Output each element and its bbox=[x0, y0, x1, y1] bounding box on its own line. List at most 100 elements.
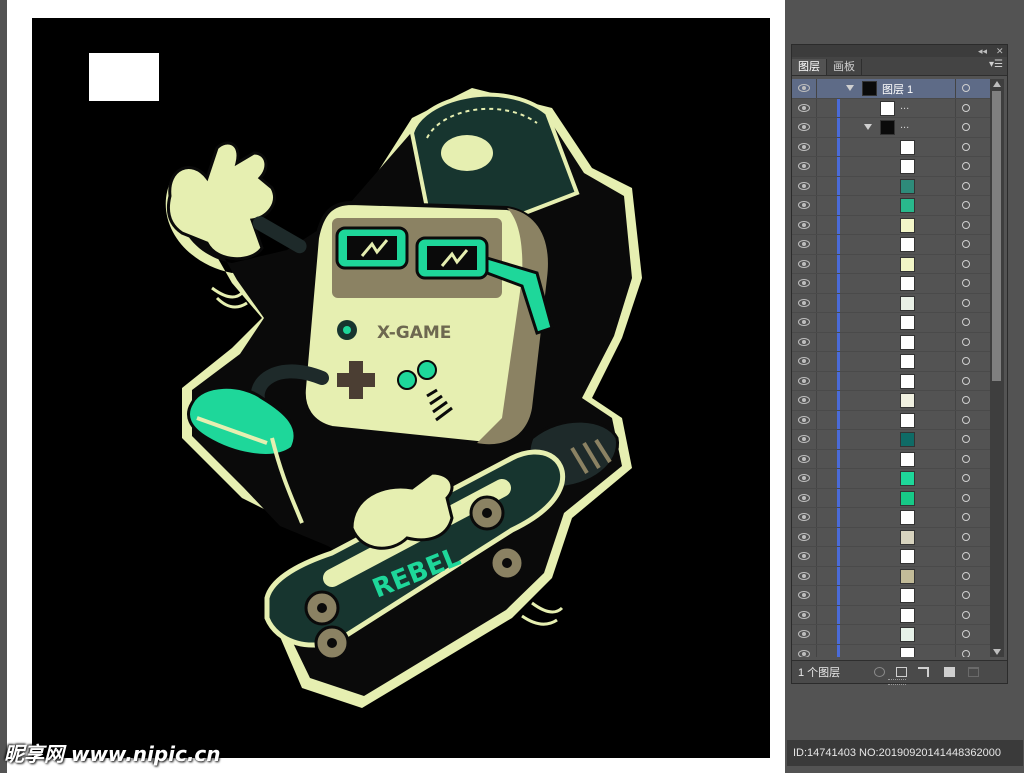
layer-row[interactable] bbox=[792, 391, 990, 411]
layer-row-top[interactable]: 图层 1 bbox=[792, 79, 990, 99]
target-circle-icon[interactable] bbox=[962, 357, 970, 365]
double-chevron-left-icon[interactable]: ◂◂ bbox=[978, 45, 987, 57]
target-circle-icon[interactable] bbox=[962, 103, 970, 112]
tab-artboards[interactable]: 画板 bbox=[827, 59, 862, 75]
visibility-eye-icon[interactable] bbox=[798, 532, 810, 541]
scroll-up-arrow[interactable] bbox=[993, 81, 1001, 87]
target-circle-icon[interactable] bbox=[962, 279, 970, 287]
target-circle-icon[interactable] bbox=[962, 649, 970, 657]
layers-scrollbar[interactable] bbox=[990, 79, 1004, 657]
target-circle-icon[interactable] bbox=[962, 630, 970, 638]
visibility-eye-icon[interactable] bbox=[798, 259, 810, 268]
visibility-eye-icon[interactable] bbox=[798, 513, 810, 521]
visibility-eye-icon[interactable] bbox=[798, 142, 810, 151]
locate-object-icon[interactable] bbox=[874, 667, 885, 677]
visibility-eye-icon[interactable] bbox=[798, 162, 810, 170]
layer-row[interactable] bbox=[792, 254, 990, 274]
layer-row[interactable] bbox=[792, 605, 990, 625]
visibility-eye-icon[interactable] bbox=[798, 103, 810, 112]
trash-icon[interactable] bbox=[968, 667, 979, 677]
target-circle-icon[interactable] bbox=[962, 435, 970, 443]
layer-name[interactable]: 图层 1 bbox=[882, 81, 913, 97]
expand-triangle-icon[interactable] bbox=[846, 85, 854, 91]
layer-row[interactable] bbox=[792, 527, 990, 547]
visibility-eye-icon[interactable] bbox=[798, 591, 810, 599]
layer-row[interactable] bbox=[792, 547, 990, 567]
target-circle-icon[interactable] bbox=[962, 318, 970, 326]
layer-row[interactable] bbox=[792, 196, 990, 216]
target-circle-icon[interactable] bbox=[962, 123, 970, 131]
layer-row[interactable] bbox=[792, 371, 990, 391]
layer-row[interactable] bbox=[792, 157, 990, 177]
layer-row[interactable] bbox=[792, 274, 990, 294]
layer-row[interactable] bbox=[792, 332, 990, 352]
target-circle-icon[interactable] bbox=[962, 571, 970, 580]
visibility-eye-icon[interactable] bbox=[798, 298, 810, 307]
resize-grip[interactable] bbox=[888, 679, 906, 685]
layer-row[interactable] bbox=[792, 469, 990, 489]
visibility-eye-icon[interactable] bbox=[798, 474, 810, 482]
make-clipping-mask-icon[interactable] bbox=[896, 667, 907, 677]
target-circle-icon[interactable] bbox=[962, 259, 970, 268]
visibility-eye-icon[interactable] bbox=[798, 454, 810, 463]
new-sublayer-icon[interactable] bbox=[918, 667, 929, 677]
visibility-eye-icon[interactable] bbox=[798, 435, 810, 443]
tab-layers[interactable]: 图层 bbox=[792, 59, 827, 75]
layer-row[interactable] bbox=[792, 313, 990, 333]
target-circle-icon[interactable] bbox=[962, 201, 970, 209]
layer-name[interactable]: ... bbox=[900, 100, 909, 112]
target-circle-icon[interactable] bbox=[962, 84, 970, 92]
target-circle-icon[interactable] bbox=[962, 220, 970, 229]
layer-name[interactable]: ... bbox=[900, 119, 909, 131]
visibility-eye-icon[interactable] bbox=[798, 220, 810, 229]
layer-row[interactable] bbox=[792, 644, 990, 657]
visibility-eye-icon[interactable] bbox=[798, 415, 810, 424]
scroll-thumb[interactable] bbox=[992, 91, 1001, 381]
visibility-eye-icon[interactable] bbox=[798, 552, 810, 560]
target-circle-icon[interactable] bbox=[962, 337, 970, 346]
visibility-eye-icon[interactable] bbox=[798, 84, 810, 92]
panel-menu-icon[interactable]: ▾☰ bbox=[989, 59, 1003, 70]
target-circle-icon[interactable] bbox=[962, 454, 970, 463]
layer-row[interactable] bbox=[792, 215, 990, 235]
visibility-eye-icon[interactable] bbox=[798, 279, 810, 287]
visibility-eye-icon[interactable] bbox=[798, 201, 810, 209]
target-circle-icon[interactable] bbox=[962, 376, 970, 385]
close-icon[interactable]: ✕ bbox=[996, 45, 1004, 57]
scroll-down-arrow[interactable] bbox=[993, 649, 1001, 655]
layer-row[interactable] bbox=[792, 488, 990, 508]
illustration[interactable]: X-GAME REBEL bbox=[32, 18, 770, 758]
layer-row[interactable] bbox=[792, 449, 990, 469]
visibility-eye-icon[interactable] bbox=[798, 630, 810, 638]
target-circle-icon[interactable] bbox=[962, 142, 970, 151]
layer-row[interactable] bbox=[792, 430, 990, 450]
visibility-eye-icon[interactable] bbox=[798, 123, 810, 131]
target-circle-icon[interactable] bbox=[962, 493, 970, 502]
target-circle-icon[interactable] bbox=[962, 474, 970, 482]
target-circle-icon[interactable] bbox=[962, 415, 970, 424]
layer-row[interactable] bbox=[792, 410, 990, 430]
canvas[interactable]: X-GAME REBEL bbox=[32, 18, 770, 758]
layer-row[interactable] bbox=[792, 586, 990, 606]
visibility-eye-icon[interactable] bbox=[798, 376, 810, 385]
visibility-eye-icon[interactable] bbox=[798, 181, 810, 190]
target-circle-icon[interactable] bbox=[962, 591, 970, 599]
target-circle-icon[interactable] bbox=[962, 513, 970, 521]
layer-row[interactable] bbox=[792, 352, 990, 372]
layer-row[interactable] bbox=[792, 293, 990, 313]
visibility-eye-icon[interactable] bbox=[798, 396, 810, 404]
visibility-eye-icon[interactable] bbox=[798, 337, 810, 346]
target-circle-icon[interactable] bbox=[962, 396, 970, 404]
layer-row[interactable] bbox=[792, 137, 990, 157]
visibility-eye-icon[interactable] bbox=[798, 318, 810, 326]
target-circle-icon[interactable] bbox=[962, 610, 970, 619]
target-circle-icon[interactable] bbox=[962, 240, 970, 248]
target-circle-icon[interactable] bbox=[962, 552, 970, 560]
visibility-eye-icon[interactable] bbox=[798, 610, 810, 619]
layer-row[interactable] bbox=[792, 625, 990, 645]
layer-row[interactable] bbox=[792, 235, 990, 255]
target-circle-icon[interactable] bbox=[962, 532, 970, 541]
target-circle-icon[interactable] bbox=[962, 162, 970, 170]
expand-triangle-icon[interactable] bbox=[864, 124, 872, 130]
layer-row[interactable]: ... bbox=[792, 118, 990, 138]
